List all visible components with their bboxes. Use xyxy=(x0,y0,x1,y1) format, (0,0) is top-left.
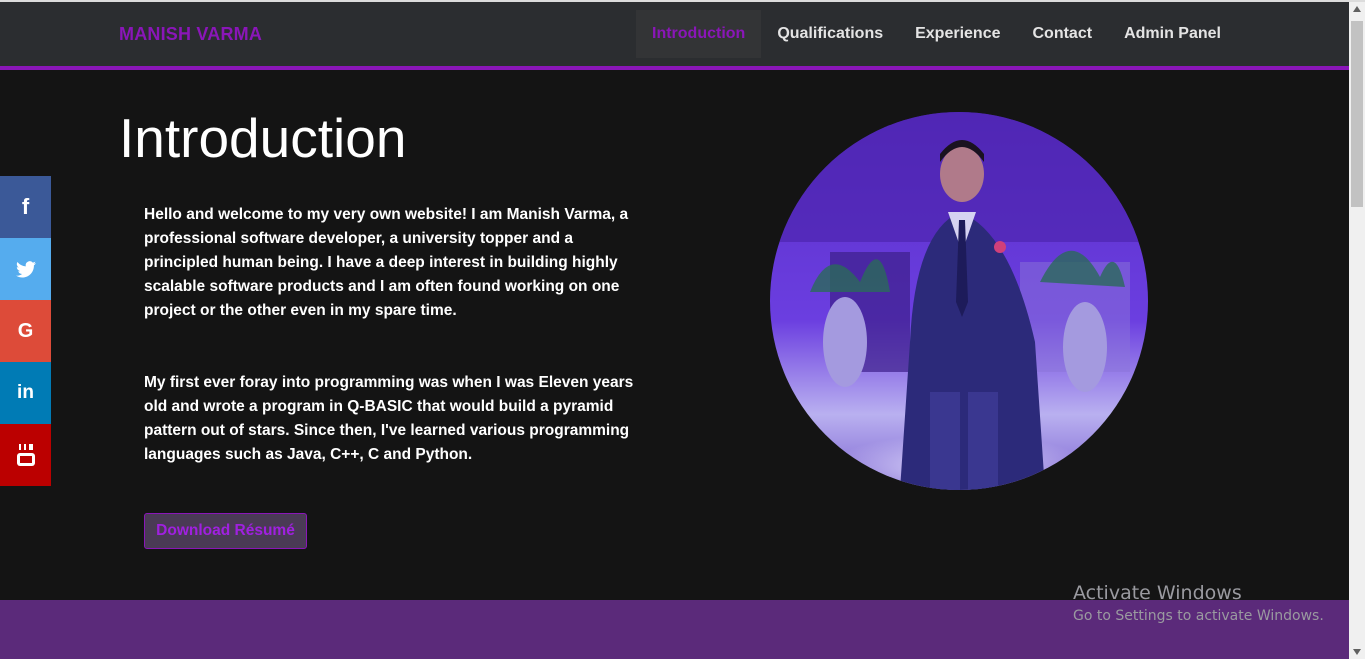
profile-photo xyxy=(770,112,1148,490)
page: MANISH VARMA Introduction Qualifications… xyxy=(0,2,1349,659)
youtube-button[interactable] xyxy=(0,424,51,486)
facebook-button[interactable]: f xyxy=(0,176,51,238)
navbar: MANISH VARMA Introduction Qualifications… xyxy=(0,2,1349,70)
scroll-up-arrow-icon[interactable] xyxy=(1353,6,1361,12)
page-title: Introduction xyxy=(119,107,407,169)
activation-title: Activate Windows xyxy=(1073,582,1242,604)
google-button[interactable]: G xyxy=(0,300,51,362)
twitter-button[interactable] xyxy=(0,238,51,300)
youtube-icon xyxy=(16,444,35,466)
windows-activation-watermark: Activate Windows Go to Settings to activ… xyxy=(1073,582,1324,624)
scroll-down-arrow-icon[interactable] xyxy=(1353,649,1361,655)
brand-logo[interactable]: MANISH VARMA xyxy=(119,24,262,45)
scrollbar-thumb[interactable] xyxy=(1351,21,1363,207)
nav-contact[interactable]: Contact xyxy=(1017,10,1109,58)
linkedin-button[interactable]: in xyxy=(0,362,51,424)
nav-admin-panel[interactable]: Admin Panel xyxy=(1108,10,1237,58)
intro-paragraph-2: My first ever foray into programming was… xyxy=(144,374,634,463)
social-sidebar: f G in xyxy=(0,176,51,486)
google-icon: G xyxy=(17,319,34,342)
facebook-icon: f xyxy=(21,194,30,219)
nav-qualifications[interactable]: Qualifications xyxy=(761,10,899,58)
twitter-icon xyxy=(15,260,36,277)
vertical-scrollbar[interactable] xyxy=(1349,2,1365,659)
profile-photo-illustration xyxy=(770,112,1148,490)
activation-subtitle: Go to Settings to activate Windows. xyxy=(1073,608,1324,624)
intro-paragraph-1: Hello and welcome to my very own website… xyxy=(144,206,629,319)
nav-introduction[interactable]: Introduction xyxy=(636,10,762,58)
nav-menu: Introduction Qualifications Experience C… xyxy=(636,10,1237,58)
download-resume-button[interactable]: Download Résumé xyxy=(144,513,307,549)
nav-experience[interactable]: Experience xyxy=(899,10,1016,58)
linkedin-icon: in xyxy=(17,382,34,403)
